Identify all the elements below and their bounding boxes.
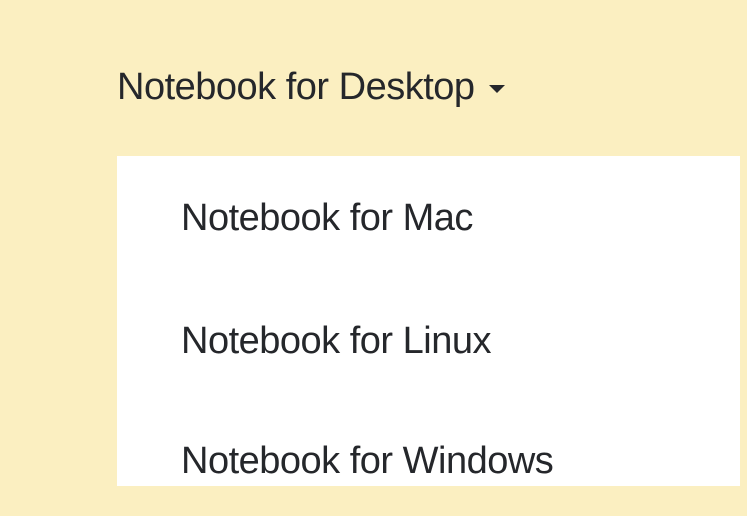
menu-item-linux[interactable]: Notebook for Linux bbox=[181, 306, 491, 376]
caret-down-icon bbox=[488, 85, 505, 93]
menu-item-windows[interactable]: Notebook for Windows bbox=[181, 426, 554, 496]
menu-item-mac[interactable]: Notebook for Mac bbox=[181, 183, 473, 253]
desktop-menu-trigger[interactable]: Notebook for Desktop bbox=[117, 52, 505, 122]
menu-trigger-label: Notebook for Desktop bbox=[117, 66, 475, 108]
dropdown-menu: Notebook for Mac Notebook for Linux Note… bbox=[117, 156, 740, 486]
